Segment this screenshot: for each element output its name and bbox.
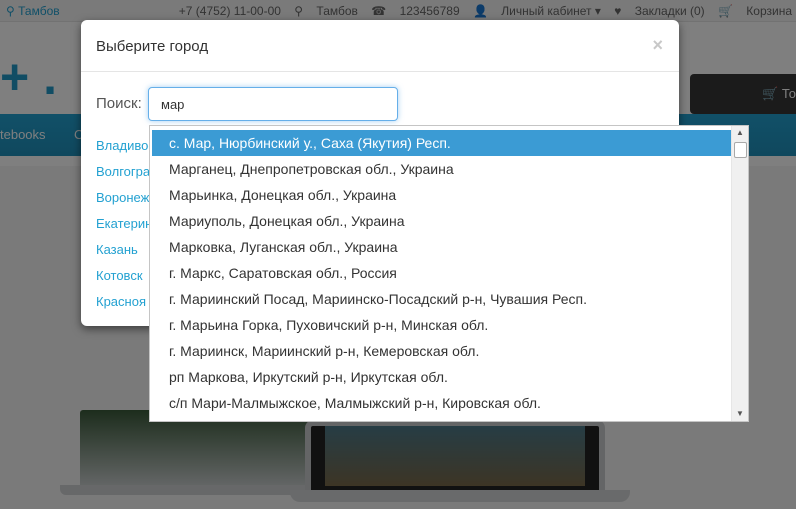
city-list: Владивос Волгогра Воронеж Екатерин Казан… bbox=[96, 138, 156, 320]
city-link[interactable]: Екатерин bbox=[96, 216, 156, 242]
close-icon[interactable]: × bbox=[652, 35, 663, 56]
city-link[interactable]: Котовск bbox=[96, 268, 156, 294]
autocomplete-item[interactable]: Марковка, Луганская обл., Украина bbox=[150, 234, 731, 260]
dropdown-scrollbar[interactable]: ▲ ▼ bbox=[731, 126, 748, 421]
autocomplete-item[interactable]: г. Мариинский Посад, Мариинско-Посадский… bbox=[150, 286, 731, 312]
autocomplete-item[interactable]: с/п Мари-Малмыжское, Малмыжский р-н, Кир… bbox=[150, 390, 731, 416]
autocomplete-item-selected[interactable]: с. Мар, Нюрбинский у., Саха (Якутия) Рес… bbox=[152, 130, 731, 156]
autocomplete-list: с. Мар, Нюрбинский у., Саха (Якутия) Рес… bbox=[150, 130, 731, 416]
autocomplete-item[interactable]: рп Маркова, Иркутский р-н, Иркутская обл… bbox=[150, 364, 731, 390]
autocomplete-item[interactable]: г. Маркс, Саратовская обл., Россия bbox=[150, 260, 731, 286]
autocomplete-item[interactable]: Марганец, Днепропетровская обл., Украина bbox=[150, 156, 731, 182]
autocomplete-item[interactable]: г. Марьина Горка, Пуховичский р-н, Минск… bbox=[150, 312, 731, 338]
city-link[interactable]: Воронеж bbox=[96, 190, 156, 216]
autocomplete-dropdown: с. Мар, Нюрбинский у., Саха (Якутия) Рес… bbox=[149, 125, 749, 422]
scrollbar-thumb[interactable] bbox=[734, 142, 747, 158]
scroll-up-icon[interactable]: ▲ bbox=[732, 126, 748, 140]
modal-header: Выберите город × bbox=[81, 20, 679, 72]
autocomplete-item[interactable]: Мариуполь, Донецкая обл., Украина bbox=[150, 208, 731, 234]
autocomplete-item[interactable]: Марьинка, Донецкая обл., Украина bbox=[150, 182, 731, 208]
search-label: Поиск: bbox=[96, 95, 142, 112]
city-link[interactable]: Волгогра bbox=[96, 164, 156, 190]
modal-title: Выберите город bbox=[96, 38, 209, 55]
scroll-down-icon[interactable]: ▼ bbox=[732, 407, 748, 421]
city-link[interactable]: Красноя bbox=[96, 294, 156, 320]
autocomplete-item[interactable]: г. Мариинск, Мариинский р-н, Кемеровская… bbox=[150, 338, 731, 364]
city-search-input[interactable] bbox=[148, 87, 398, 121]
city-link[interactable]: Казань bbox=[96, 242, 156, 268]
city-link[interactable]: Владивос bbox=[96, 138, 156, 164]
